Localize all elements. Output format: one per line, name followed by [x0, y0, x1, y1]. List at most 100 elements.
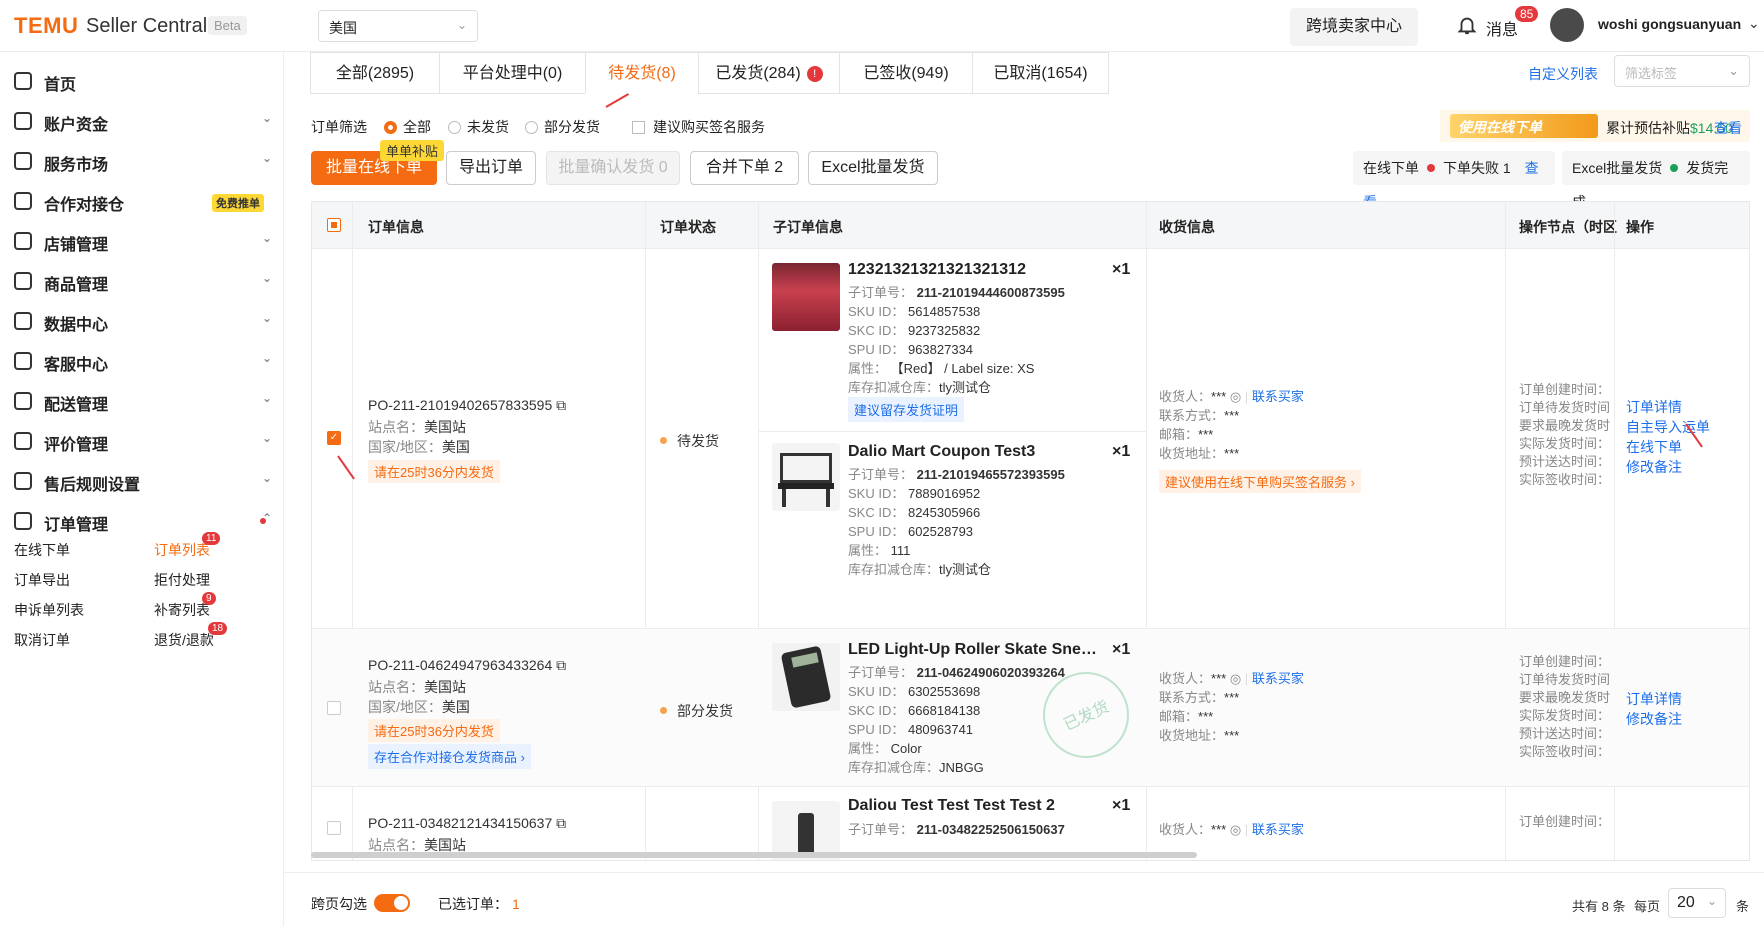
sidebar-item-partner-warehouse[interactable]: 合作对接仓 免费推单: [14, 182, 276, 220]
tab-cancelled[interactable]: 已取消(1654): [972, 52, 1109, 94]
sidebar-sub-cancel[interactable]: 取消订单: [14, 630, 70, 650]
field-label: 库存扣减仓库：: [848, 380, 940, 395]
merge-order-button[interactable]: 合并下单 2: [690, 151, 799, 185]
contact-buyer-link[interactable]: 联系买家: [1252, 389, 1304, 404]
select-all-checkbox[interactable]: [327, 218, 341, 232]
filter-radio-all[interactable]: 全部: [384, 117, 431, 137]
product-title[interactable]: LED Light-Up Roller Skate Sneakers: [848, 641, 1098, 659]
product-image[interactable]: [772, 263, 840, 331]
filter-tag-select[interactable]: 筛选标签 ⌄: [1614, 55, 1750, 87]
tab-signed[interactable]: 已签收(949): [839, 52, 973, 94]
field-label: 联系方式：: [1159, 690, 1225, 705]
separator: |: [1244, 671, 1249, 686]
copy-icon[interactable]: ⧉: [556, 397, 566, 413]
sidebar-item-orders[interactable]: 订单管理 ⌃: [14, 502, 276, 540]
status-dot: [660, 707, 667, 714]
crossborder-center-button[interactable]: 跨境卖家中心: [1290, 8, 1418, 46]
tab-all[interactable]: 全部(2895): [310, 52, 440, 94]
edit-remark-link[interactable]: 修改备注: [1626, 709, 1682, 729]
field-value: tly测试仓: [939, 562, 992, 577]
batch-confirm-ship-button[interactable]: 批量确认发货 0: [546, 151, 680, 185]
field-label: 属性：: [848, 361, 888, 376]
radio-icon: [448, 121, 461, 134]
cross-page-toggle[interactable]: [374, 894, 410, 912]
copy-icon[interactable]: ⧉: [556, 657, 566, 673]
row-actions: 订单详情 自主导入运单 在线下单 修改备注: [1626, 397, 1710, 477]
sidebar-sub-order-export[interactable]: 订单导出: [14, 570, 70, 590]
sidebar-sub-chargeback[interactable]: 拒付处理: [154, 570, 210, 590]
per-page-unit: 条: [1736, 899, 1750, 914]
temu-logo[interactable]: TEMU: [14, 13, 78, 39]
product-title[interactable]: Daliou Test Test Test Test 2: [848, 797, 1098, 815]
sidebar-item-products[interactable]: 商品管理 ⌄: [14, 262, 276, 300]
op-node: 订单待发货时间: [1519, 400, 1611, 415]
order-list-badge: 11: [202, 532, 221, 545]
tab-shipped[interactable]: 已发货(284)!: [698, 52, 840, 94]
eye-off-icon[interactable]: ◎: [1230, 822, 1241, 837]
beta-badge: Beta: [208, 16, 247, 35]
online-order-promo-image[interactable]: 使用在线下单: [1450, 114, 1598, 138]
ship-proof-tag[interactable]: 建议留存发货证明: [848, 397, 965, 422]
export-orders-button[interactable]: 导出订单: [446, 151, 536, 185]
order-detail-link[interactable]: 订单详情: [1626, 689, 1682, 709]
sidebar-sub-returns[interactable]: 退货/退款: [154, 630, 214, 650]
page-size-select[interactable]: 20 ⌄: [1668, 888, 1726, 918]
region-select[interactable]: 美国 ⌄: [318, 10, 478, 42]
product-title[interactable]: 12321321321321321312: [848, 261, 1098, 279]
chevron-right-icon: ›: [520, 750, 525, 765]
signature-service-checkbox[interactable]: 建议购买签名服务: [632, 117, 765, 137]
avatar[interactable]: [1550, 8, 1584, 42]
sidebar-item-customer-service[interactable]: 客服中心 ⌄: [14, 342, 276, 380]
product-image[interactable]: [772, 443, 840, 511]
edit-remark-link[interactable]: 修改备注: [1626, 457, 1710, 477]
product-image[interactable]: [772, 643, 840, 711]
copy-icon[interactable]: ⧉: [556, 815, 566, 831]
sidebar-sub-online-order[interactable]: 在线下单: [14, 540, 70, 560]
row-checkbox[interactable]: [327, 821, 341, 835]
import-waybill-link[interactable]: 自主导入运单: [1626, 417, 1710, 437]
radio-icon: [525, 121, 538, 134]
warehouse: 库存扣减仓库：tly测试仓: [848, 378, 1065, 397]
field-label: 收货人：: [1159, 389, 1212, 404]
sidebar-sub-appeals[interactable]: 申诉单列表: [14, 600, 84, 620]
row-checkbox[interactable]: [327, 701, 341, 715]
username[interactable]: woshi gongsuanyuan: [1598, 16, 1741, 32]
site-line: 站点名：美国站: [368, 677, 466, 697]
excel-batch-ship-button[interactable]: Excel批量发货: [808, 151, 938, 185]
sidebar-item-delivery[interactable]: 配送管理 ⌄: [14, 382, 276, 420]
sidebar-item-home[interactable]: 首页: [14, 62, 276, 100]
order-status: 部分发货: [660, 701, 733, 721]
tab-platform-processing[interactable]: 平台处理中(0): [439, 52, 586, 94]
chevron-down-icon[interactable]: ⌄: [1748, 15, 1760, 32]
subsidy-view-link[interactable]: 查看: [1714, 118, 1742, 138]
status-label: Excel批量发货: [1572, 160, 1663, 176]
status-dot: [660, 437, 667, 444]
row-checkbox[interactable]: ✓: [327, 431, 341, 445]
sidebar-item-data[interactable]: 数据中心 ⌄: [14, 302, 276, 340]
custom-list-link[interactable]: 自定义列表: [1528, 64, 1598, 84]
eye-off-icon[interactable]: ◎: [1230, 389, 1241, 404]
eye-off-icon[interactable]: ◎: [1230, 671, 1241, 686]
field-label: 收货人：: [1159, 822, 1212, 837]
sidebar-item-account-funds[interactable]: 账户资金 ⌄: [14, 102, 276, 140]
filter-radio-partial[interactable]: 部分发货: [525, 117, 600, 137]
sidebar-item-store[interactable]: 店铺管理 ⌄: [14, 222, 276, 260]
partner-warehouse-tag[interactable]: 存在合作对接仓发货商品 ›: [368, 744, 531, 769]
data-icon: [14, 312, 32, 330]
sidebar-item-reviews[interactable]: 评价管理 ⌄: [14, 422, 276, 460]
product-title[interactable]: Dalio Mart Coupon Test3: [848, 443, 1098, 461]
horizontal-scrollbar[interactable]: [311, 852, 1197, 858]
sidebar-item-service-market[interactable]: 服务市场 ⌄: [14, 142, 276, 180]
filter-radio-unshipped[interactable]: 未发货: [448, 117, 509, 137]
bell-icon[interactable]: [1456, 14, 1478, 36]
radio-label: 部分发货: [544, 119, 600, 135]
contact-buyer-link[interactable]: 联系买家: [1252, 822, 1304, 837]
tab-pending-shipment[interactable]: 待发货(8): [585, 52, 699, 94]
sidebar-sub-reship[interactable]: 补寄列表: [154, 600, 210, 620]
signature-suggest-tag[interactable]: 建议使用在线下单购买签名服务 ›: [1159, 470, 1361, 493]
messages-label[interactable]: 消息: [1486, 16, 1518, 40]
order-detail-link[interactable]: 订单详情: [1626, 397, 1710, 417]
sidebar-item-after-sales[interactable]: 售后规则设置 ⌄: [14, 462, 276, 500]
sidebar-sub-order-list[interactable]: 订单列表: [154, 540, 210, 560]
contact-buyer-link[interactable]: 联系买家: [1252, 671, 1304, 686]
